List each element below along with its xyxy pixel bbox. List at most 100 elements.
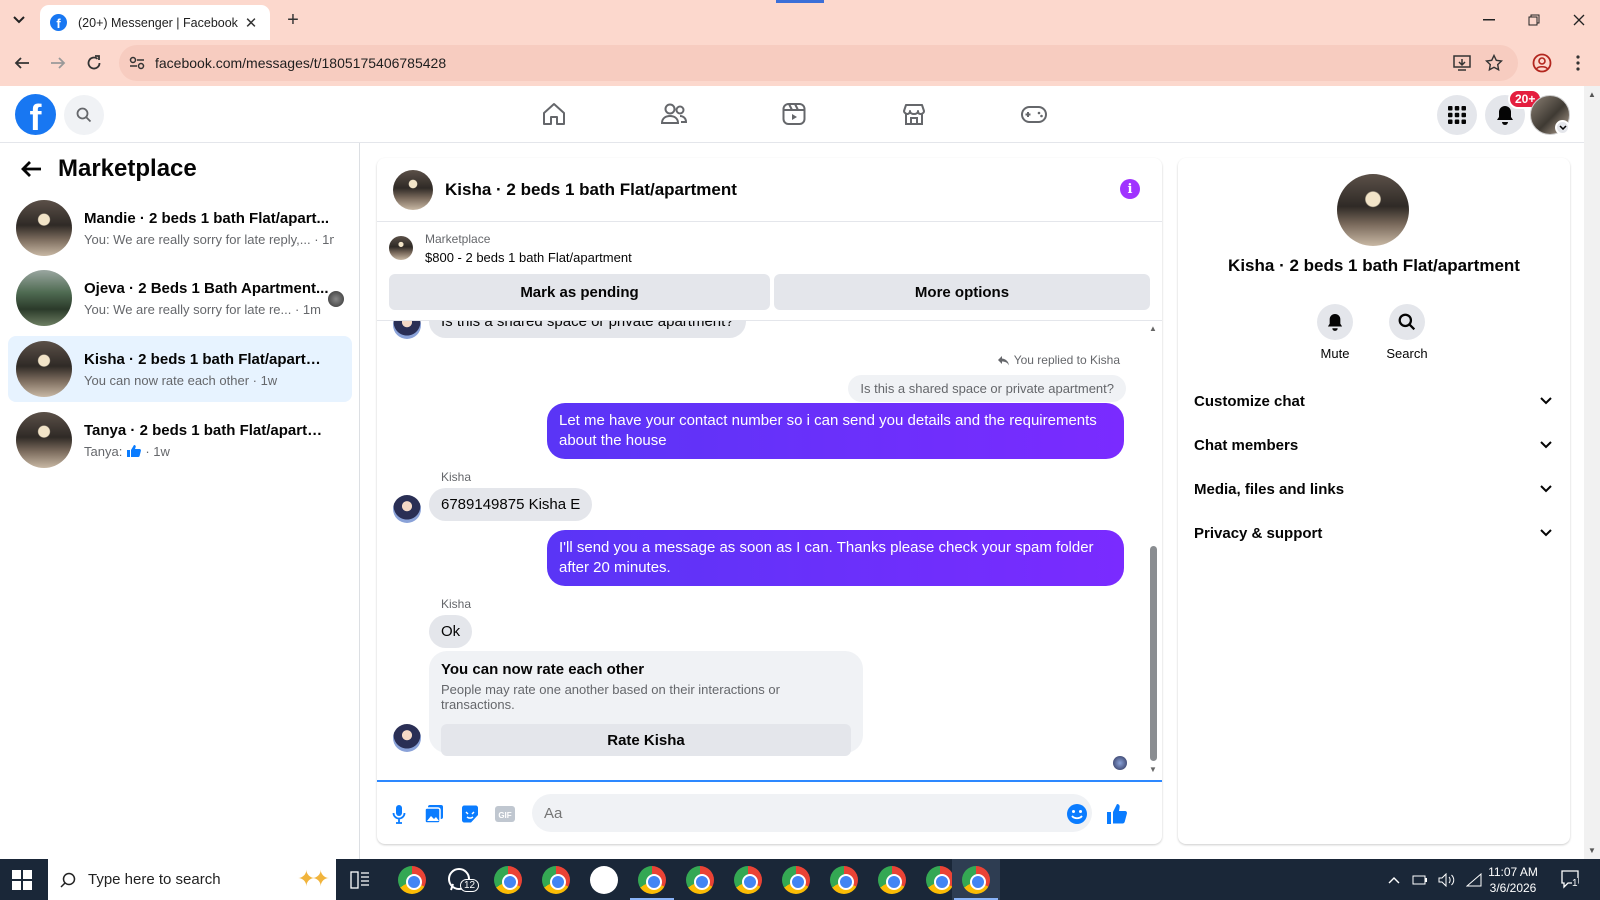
app-taskbar-icon[interactable] (590, 866, 618, 894)
thumbs-up-icon[interactable] (1105, 802, 1129, 826)
sidebar-header: Marketplace (20, 155, 197, 183)
wifi-icon[interactable] (1466, 872, 1482, 887)
mute-button[interactable]: Mute (1305, 304, 1365, 361)
emoji-icon[interactable] (1065, 802, 1089, 826)
close-window-icon[interactable] (1564, 8, 1594, 32)
info-icon[interactable]: i (1120, 179, 1140, 199)
chrome-taskbar-icon[interactable] (782, 866, 810, 894)
search-icon (76, 107, 92, 123)
forward-icon[interactable] (46, 51, 70, 75)
chrome-taskbar-icon[interactable] (686, 866, 714, 894)
scroll-up-icon[interactable]: ▲ (1149, 324, 1157, 333)
conversation-preview: Tanya: · 1w (84, 444, 334, 459)
quoted-message[interactable]: Is this a shared space or private apartm… (848, 375, 1126, 402)
chrome-taskbar-icon[interactable] (830, 866, 858, 894)
conversation-item-ojeva[interactable]: Ojeva · 2 Beds 1 Bath Apartment... You: … (8, 265, 352, 331)
conversation-item-kisha[interactable]: Kisha · 2 beds 1 bath Flat/apartment You… (8, 336, 352, 402)
conversation-item-mandie[interactable]: Mandie · 2 beds 1 bath Flat/apart... You… (8, 195, 352, 261)
gaming-icon[interactable] (1020, 100, 1048, 128)
chrome-taskbar-icon[interactable] (734, 866, 762, 894)
address-bar[interactable]: facebook.com/messages/t/1805175406785428 (119, 45, 1518, 81)
video-icon[interactable] (780, 100, 808, 128)
action-center-count: 1 (1572, 878, 1578, 889)
taskbar-search-box[interactable]: Type here to search ✦✦ (48, 859, 336, 900)
microphone-icon[interactable] (387, 802, 411, 826)
install-app-icon[interactable] (1450, 51, 1474, 75)
tab-search-button[interactable] (8, 10, 30, 30)
chrome-taskbar-icon[interactable] (542, 866, 570, 894)
gif-icon[interactable]: GIF (493, 802, 517, 826)
media-files-links-section[interactable]: Media, files and links (1194, 467, 1554, 511)
message-bubble-incoming: 6789149875 Kisha E (429, 488, 593, 521)
photo-icon[interactable] (422, 802, 446, 826)
close-tab-icon[interactable]: ✕ (242, 14, 260, 32)
marketplace-listing[interactable]: Marketplace $800 - 2 beds 1 bath Flat/ap… (389, 232, 632, 265)
browser-toolbar: facebook.com/messages/t/1805175406785428 (0, 40, 1600, 86)
chrome-taskbar-icon[interactable] (926, 866, 954, 894)
reply-icon (997, 355, 1010, 366)
conversation-avatar (16, 341, 72, 397)
message-scrollbar[interactable]: ▲ ▼ (1148, 321, 1158, 780)
back-arrow-icon[interactable] (20, 160, 42, 178)
minimize-icon[interactable] (1474, 8, 1504, 32)
battery-icon[interactable] (1412, 874, 1428, 886)
back-icon[interactable] (10, 51, 34, 75)
seen-avatar (1113, 756, 1127, 770)
windows-start-icon[interactable] (12, 870, 32, 890)
scroll-up-icon[interactable]: ▲ (1588, 90, 1596, 99)
scroll-thumb[interactable] (1150, 546, 1157, 761)
kisha-avatar (393, 321, 421, 339)
chat-title[interactable]: Kisha · 2 beds 1 bath Flat/apartment (445, 180, 737, 200)
home-icon[interactable] (540, 100, 568, 128)
site-info-icon[interactable] (119, 56, 155, 70)
taskbar-clock[interactable]: 11:07 AM 3/6/2026 (1483, 864, 1543, 896)
task-view-icon[interactable] (350, 871, 370, 889)
bookmark-star-icon[interactable] (1482, 51, 1506, 75)
mark-as-pending-button[interactable]: Mark as pending (389, 274, 770, 310)
rate-card: You can now rate each other People may r… (429, 651, 863, 756)
facebook-logo-icon[interactable]: f (15, 94, 56, 135)
volume-icon[interactable] (1438, 872, 1456, 887)
chevron-down-icon (1540, 397, 1552, 405)
scroll-down-icon[interactable]: ▼ (1588, 846, 1596, 855)
sticker-icon[interactable] (458, 802, 482, 826)
chrome-taskbar-icon[interactable] (962, 866, 990, 894)
browser-menu-icon[interactable] (1566, 51, 1590, 75)
section-label: Chat members (1194, 436, 1299, 454)
message-list[interactable]: Is this a shared space or private apartm… (377, 320, 1162, 782)
new-tab-button[interactable]: + (282, 9, 304, 31)
restore-icon[interactable] (1519, 8, 1549, 32)
conversation-avatar (16, 270, 72, 326)
chat-members-section[interactable]: Chat members (1194, 423, 1554, 467)
chrome-taskbar-icon[interactable] (494, 866, 522, 894)
privacy-support-section[interactable]: Privacy & support (1194, 511, 1554, 555)
seen-avatar (328, 291, 344, 307)
message-input[interactable] (532, 794, 1092, 832)
marketplace-icon[interactable] (900, 100, 928, 128)
browser-tab[interactable]: f (20+) Messenger | Facebook ✕ (40, 5, 270, 40)
whatsapp-taskbar-icon[interactable]: 12 (446, 866, 480, 894)
conversation-item-tanya[interactable]: Tanya · 2 beds 1 bath Flat/apartment Tan… (8, 407, 352, 473)
profile-icon[interactable] (1530, 51, 1554, 75)
chat-avatar[interactable] (393, 169, 433, 210)
replied-indicator: You replied to Kisha (997, 353, 1120, 367)
menu-grid-button[interactable] (1437, 95, 1477, 135)
chevron-up-icon[interactable] (1388, 876, 1400, 884)
friends-icon[interactable] (660, 100, 688, 128)
action-center-icon[interactable]: 1 (1560, 869, 1580, 889)
chevron-down-icon[interactable] (1555, 120, 1570, 135)
chrome-taskbar-icon[interactable] (878, 866, 906, 894)
search-conversation-button[interactable]: Search (1377, 304, 1437, 361)
more-options-button[interactable]: More options (774, 274, 1150, 310)
scroll-down-icon[interactable]: ▼ (1149, 765, 1157, 774)
reload-icon[interactable] (82, 51, 106, 75)
customize-chat-section[interactable]: Customize chat (1194, 379, 1554, 423)
facebook-search-button[interactable] (64, 95, 104, 135)
info-avatar[interactable] (1337, 174, 1409, 246)
page-scrollbar[interactable]: ▲ ▼ (1584, 86, 1600, 859)
chrome-taskbar-icon[interactable] (638, 866, 666, 894)
chrome-taskbar-icon[interactable] (398, 866, 426, 894)
message-composer: GIF (377, 782, 1162, 844)
thumbs-up-icon (126, 444, 142, 458)
rate-kisha-button[interactable]: Rate Kisha (441, 724, 851, 756)
